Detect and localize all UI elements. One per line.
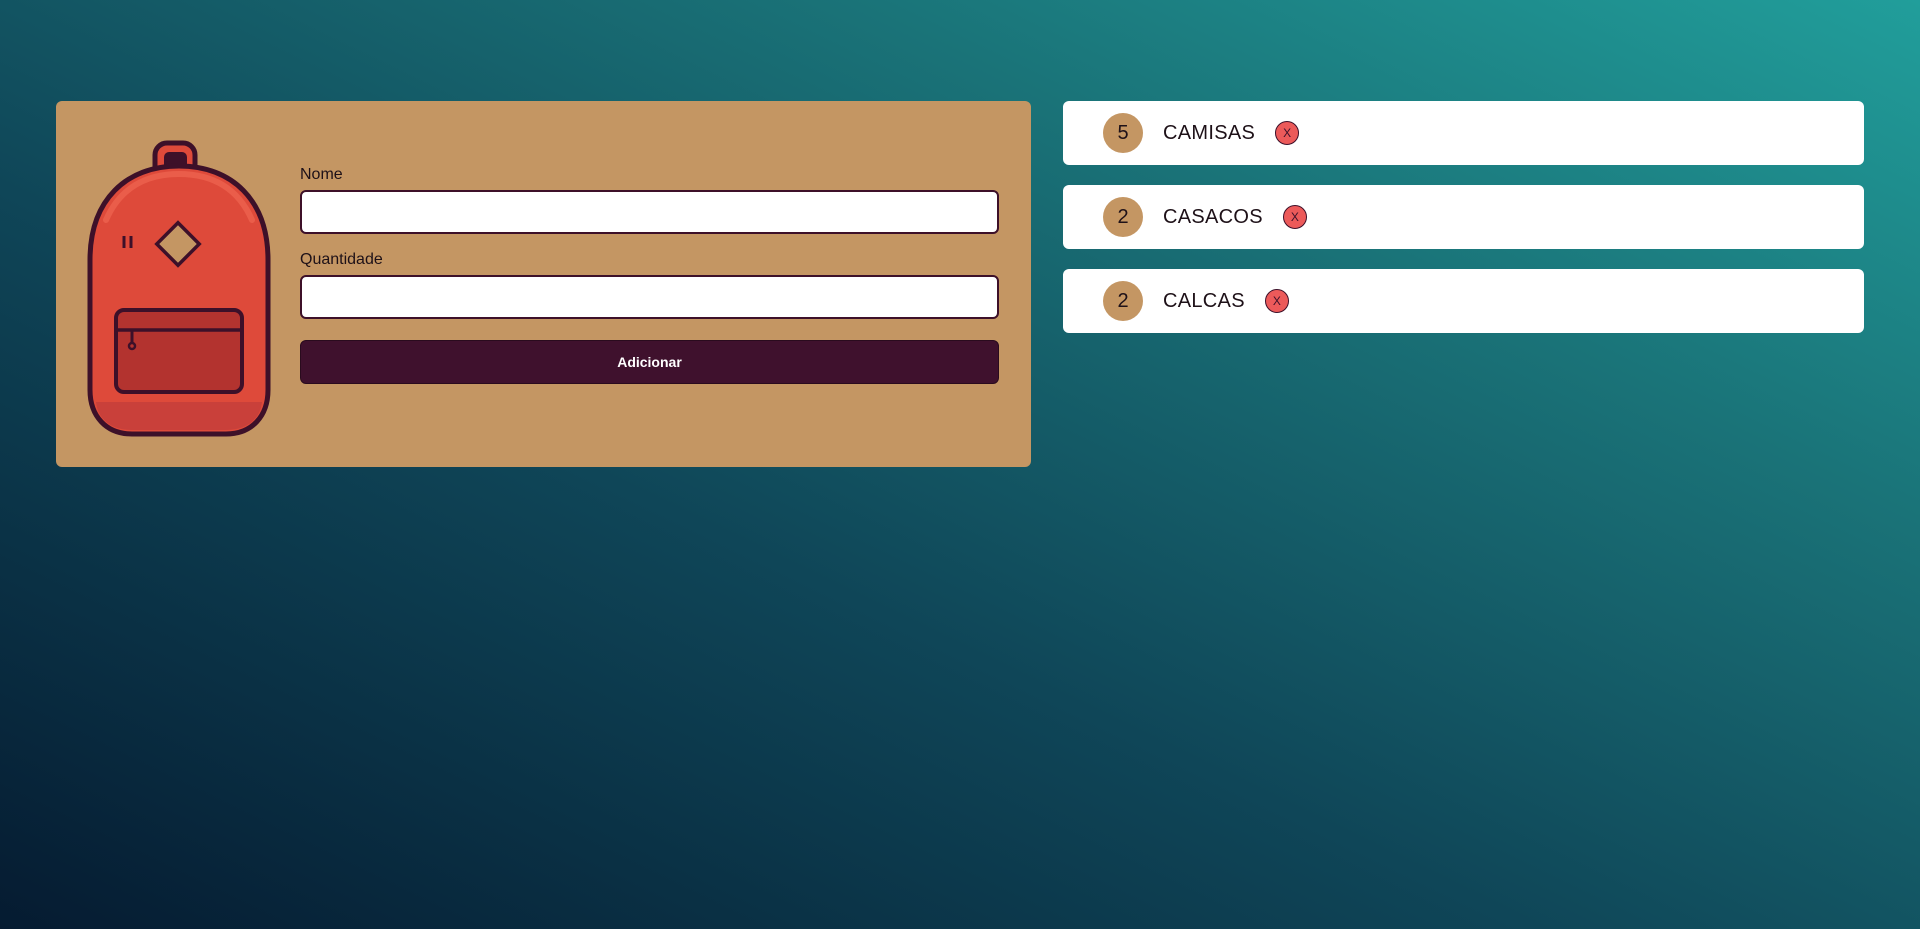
- quantity-badge: 2: [1103, 197, 1143, 237]
- name-label: Nome: [300, 166, 343, 183]
- backpack-icon: [87, 140, 271, 437]
- add-button[interactable]: Adicionar: [300, 340, 999, 384]
- remove-button[interactable]: X: [1282, 205, 1307, 229]
- item-name: CASACOS: [1163, 205, 1263, 228]
- quantity-input[interactable]: [300, 275, 999, 319]
- quantity-badge: 5: [1103, 113, 1143, 153]
- add-item-card: Nome Quantidade Adicionar: [56, 101, 1031, 467]
- name-input[interactable]: [300, 190, 999, 234]
- list-item: 2 CASACOS X: [1063, 185, 1864, 249]
- items-list: 5 CAMISAS X 2 CASACOS X 2 CALCAS X: [1063, 101, 1864, 353]
- item-name: CALCAS: [1163, 289, 1245, 312]
- remove-button[interactable]: X: [1264, 289, 1289, 313]
- item-form: Nome Quantidade Adicionar: [300, 165, 999, 384]
- list-item: 5 CAMISAS X: [1063, 101, 1864, 165]
- remove-button[interactable]: X: [1275, 121, 1300, 145]
- quantity-badge: 2: [1103, 281, 1143, 321]
- quantity-label: Quantidade: [300, 251, 383, 268]
- list-item: 2 CALCAS X: [1063, 269, 1864, 333]
- item-name: CAMISAS: [1163, 121, 1256, 144]
